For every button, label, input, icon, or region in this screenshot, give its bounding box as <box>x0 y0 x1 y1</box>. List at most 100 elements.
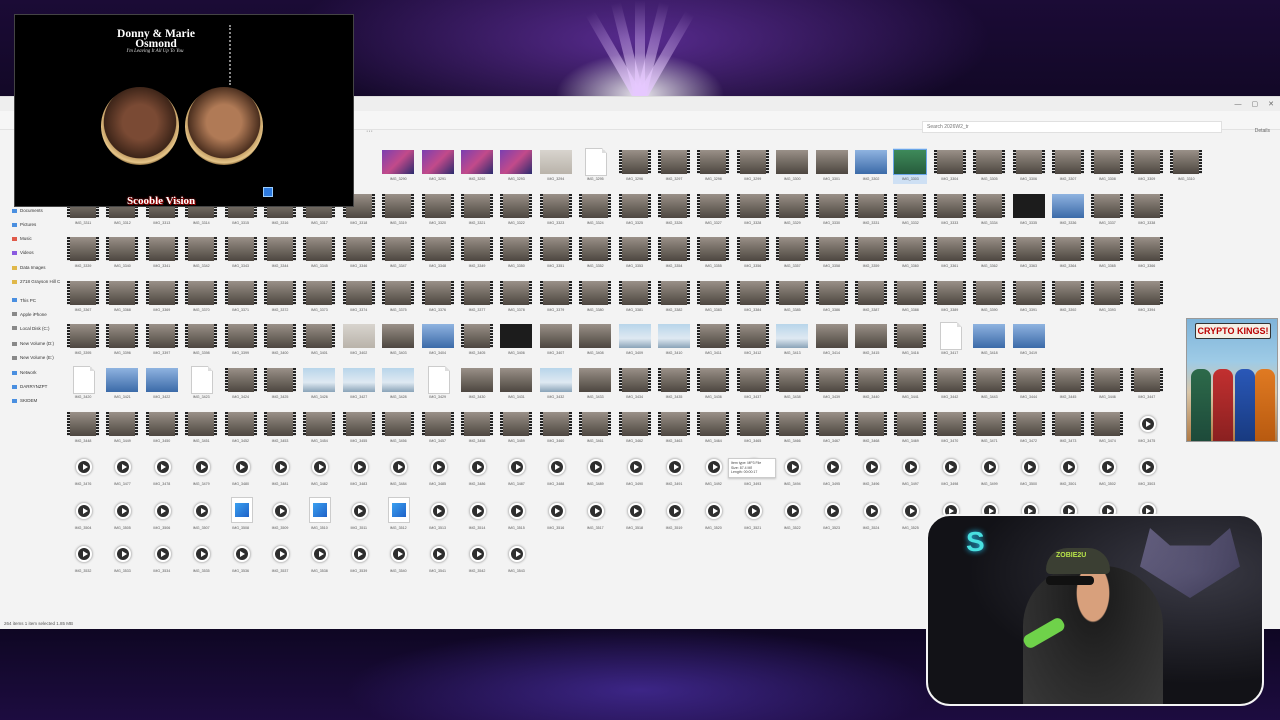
file-item[interactable]: IMG_3444 <box>1012 366 1046 402</box>
more-options-button[interactable]: ··· <box>366 128 373 135</box>
file-item[interactable]: IMG_3476 <box>66 453 100 489</box>
file-item[interactable]: IMG_3467 <box>815 410 849 446</box>
file-item[interactable]: IMG_3432 <box>539 366 573 402</box>
file-item[interactable]: IMG_3434 <box>618 366 652 402</box>
file-item[interactable]: IMG_3439 <box>815 366 849 402</box>
sidebar-item[interactable]: This PC <box>12 297 36 305</box>
file-item[interactable]: IMG_3500 <box>1012 453 1046 489</box>
file-item[interactable]: IMG_3393 <box>1090 279 1124 315</box>
file-item[interactable]: IMG_3306 <box>1012 148 1046 184</box>
file-item[interactable]: IMG_3320 <box>421 192 455 228</box>
file-item[interactable]: IMG_3486 <box>460 453 494 489</box>
file-item[interactable]: IMG_3325 <box>618 192 652 228</box>
file-item[interactable]: IMG_3309 <box>1130 148 1164 184</box>
file-item[interactable]: IMG_3475 <box>1130 410 1164 446</box>
file-item[interactable]: IMG_3307 <box>1051 148 1085 184</box>
file-item[interactable]: IMG_3342 <box>184 235 218 271</box>
sidebar-item[interactable]: Documents <box>12 207 43 215</box>
file-item[interactable]: IMG_3403 <box>381 322 415 358</box>
file-item[interactable]: IMG_3298 <box>696 148 730 184</box>
sidebar-item[interactable]: Network <box>12 369 37 377</box>
file-item[interactable]: IMG_3390 <box>972 279 1006 315</box>
file-item[interactable]: IMG_3449 <box>105 410 139 446</box>
file-item[interactable]: IMG_3384 <box>736 279 770 315</box>
file-item[interactable]: IMG_3446 <box>1090 366 1124 402</box>
file-item[interactable]: IMG_3492 <box>696 453 730 489</box>
file-item[interactable]: IMG_3326 <box>657 192 691 228</box>
file-item[interactable]: IMG_3304 <box>933 148 967 184</box>
file-item[interactable]: IMG_3537 <box>263 540 297 576</box>
file-item[interactable]: IMG_3338 <box>1130 192 1164 228</box>
file-item[interactable]: IMG_3478 <box>145 453 179 489</box>
file-item[interactable]: IMG_3322 <box>499 192 533 228</box>
file-item[interactable]: IMG_3494 <box>775 453 809 489</box>
file-item[interactable]: IMG_3511 <box>342 497 376 533</box>
file-item[interactable]: IMG_3509 <box>263 497 297 533</box>
file-item[interactable]: IMG_3396 <box>105 322 139 358</box>
file-item[interactable]: IMG_3454 <box>302 410 336 446</box>
file-item[interactable]: IMG_3391 <box>1012 279 1046 315</box>
file-item[interactable]: IMG_3329 <box>775 192 809 228</box>
file-item[interactable]: IMG_3349 <box>460 235 494 271</box>
file-item[interactable]: IMG_3339 <box>66 235 100 271</box>
file-item[interactable]: IMG_3515 <box>499 497 533 533</box>
file-item[interactable]: IMG_3477 <box>105 453 139 489</box>
file-item[interactable]: IMG_3383 <box>696 279 730 315</box>
file-item[interactable]: IMG_3457 <box>421 410 455 446</box>
file-item[interactable]: IMG_3532 <box>66 540 100 576</box>
file-item[interactable]: IMG_3502 <box>1090 453 1124 489</box>
file-item[interactable]: IMG_3421 <box>105 366 139 402</box>
file-item[interactable]: IMG_3337 <box>1090 192 1124 228</box>
file-item[interactable]: IMG_3460 <box>539 410 573 446</box>
file-item[interactable]: IMG_3520 <box>696 497 730 533</box>
file-item[interactable]: IMG_3359 <box>854 235 888 271</box>
file-item[interactable]: IMG_3424 <box>224 366 258 402</box>
file-item[interactable]: IMG_3305 <box>972 148 1006 184</box>
minimize-button[interactable]: — <box>1235 101 1242 108</box>
file-item[interactable]: IMG_3512 <box>381 496 415 533</box>
file-item[interactable]: IMG_3459 <box>499 410 533 446</box>
file-item[interactable]: IMG_3417 <box>933 322 967 358</box>
file-item[interactable]: IMG_3356 <box>736 235 770 271</box>
file-item[interactable]: IMG_3443 <box>972 366 1006 402</box>
file-item[interactable]: IMG_3488 <box>539 453 573 489</box>
file-item[interactable]: IMG_3522 <box>775 497 809 533</box>
file-item[interactable]: IMG_3481 <box>263 453 297 489</box>
file-item[interactable]: IMG_3353 <box>618 235 652 271</box>
file-item[interactable]: IMG_3360 <box>893 235 927 271</box>
file-item[interactable]: IMG_3292 <box>460 148 494 184</box>
file-item[interactable]: IMG_3429 <box>421 366 455 402</box>
file-item[interactable]: IMG_3456 <box>381 410 415 446</box>
file-item[interactable]: IMG_3487 <box>499 453 533 489</box>
file-item[interactable]: IMG_3428 <box>381 366 415 402</box>
sidebar-item[interactable]: Data Images <box>12 264 46 272</box>
file-item[interactable]: IMG_3504 <box>66 497 100 533</box>
file-item[interactable]: IMG_3505 <box>105 497 139 533</box>
file-item[interactable]: IMG_3344 <box>263 235 297 271</box>
file-item[interactable]: IMG_3462 <box>618 410 652 446</box>
file-item[interactable]: IMG_3514 <box>460 497 494 533</box>
file-item[interactable]: IMG_3517 <box>578 497 612 533</box>
file-item[interactable]: IMG_3533 <box>105 540 139 576</box>
file-item[interactable]: IMG_3469 <box>893 410 927 446</box>
file-item[interactable]: IMG_3535 <box>184 540 218 576</box>
file-item[interactable]: IMG_3293 <box>499 148 533 184</box>
file-item[interactable]: IMG_3301 <box>815 148 849 184</box>
file-item[interactable]: IMG_3319 <box>381 192 415 228</box>
file-item[interactable]: IMG_3468 <box>854 410 888 446</box>
file-item[interactable]: IMG_3382 <box>657 279 691 315</box>
file-item[interactable]: IMG_3328 <box>736 192 770 228</box>
file-item[interactable]: IMG_3440 <box>854 366 888 402</box>
file-item[interactable]: IMG_3321 <box>460 192 494 228</box>
details-pane-button[interactable]: Details <box>1255 128 1270 134</box>
file-item[interactable]: IMG_3373 <box>302 279 336 315</box>
file-item[interactable]: IMG_3464 <box>696 410 730 446</box>
file-item[interactable]: IMG_3540 <box>381 540 415 576</box>
file-item[interactable]: IMG_3507 <box>184 497 218 533</box>
file-item[interactable]: IMG_3495 <box>815 453 849 489</box>
file-item[interactable]: IMG_3398 <box>184 322 218 358</box>
file-item[interactable]: IMG_3463 <box>657 410 691 446</box>
file-item[interactable]: IMG_3351 <box>539 235 573 271</box>
file-item[interactable]: IMG_3310 <box>1169 148 1203 184</box>
file-item[interactable]: IMG_3397 <box>145 322 179 358</box>
